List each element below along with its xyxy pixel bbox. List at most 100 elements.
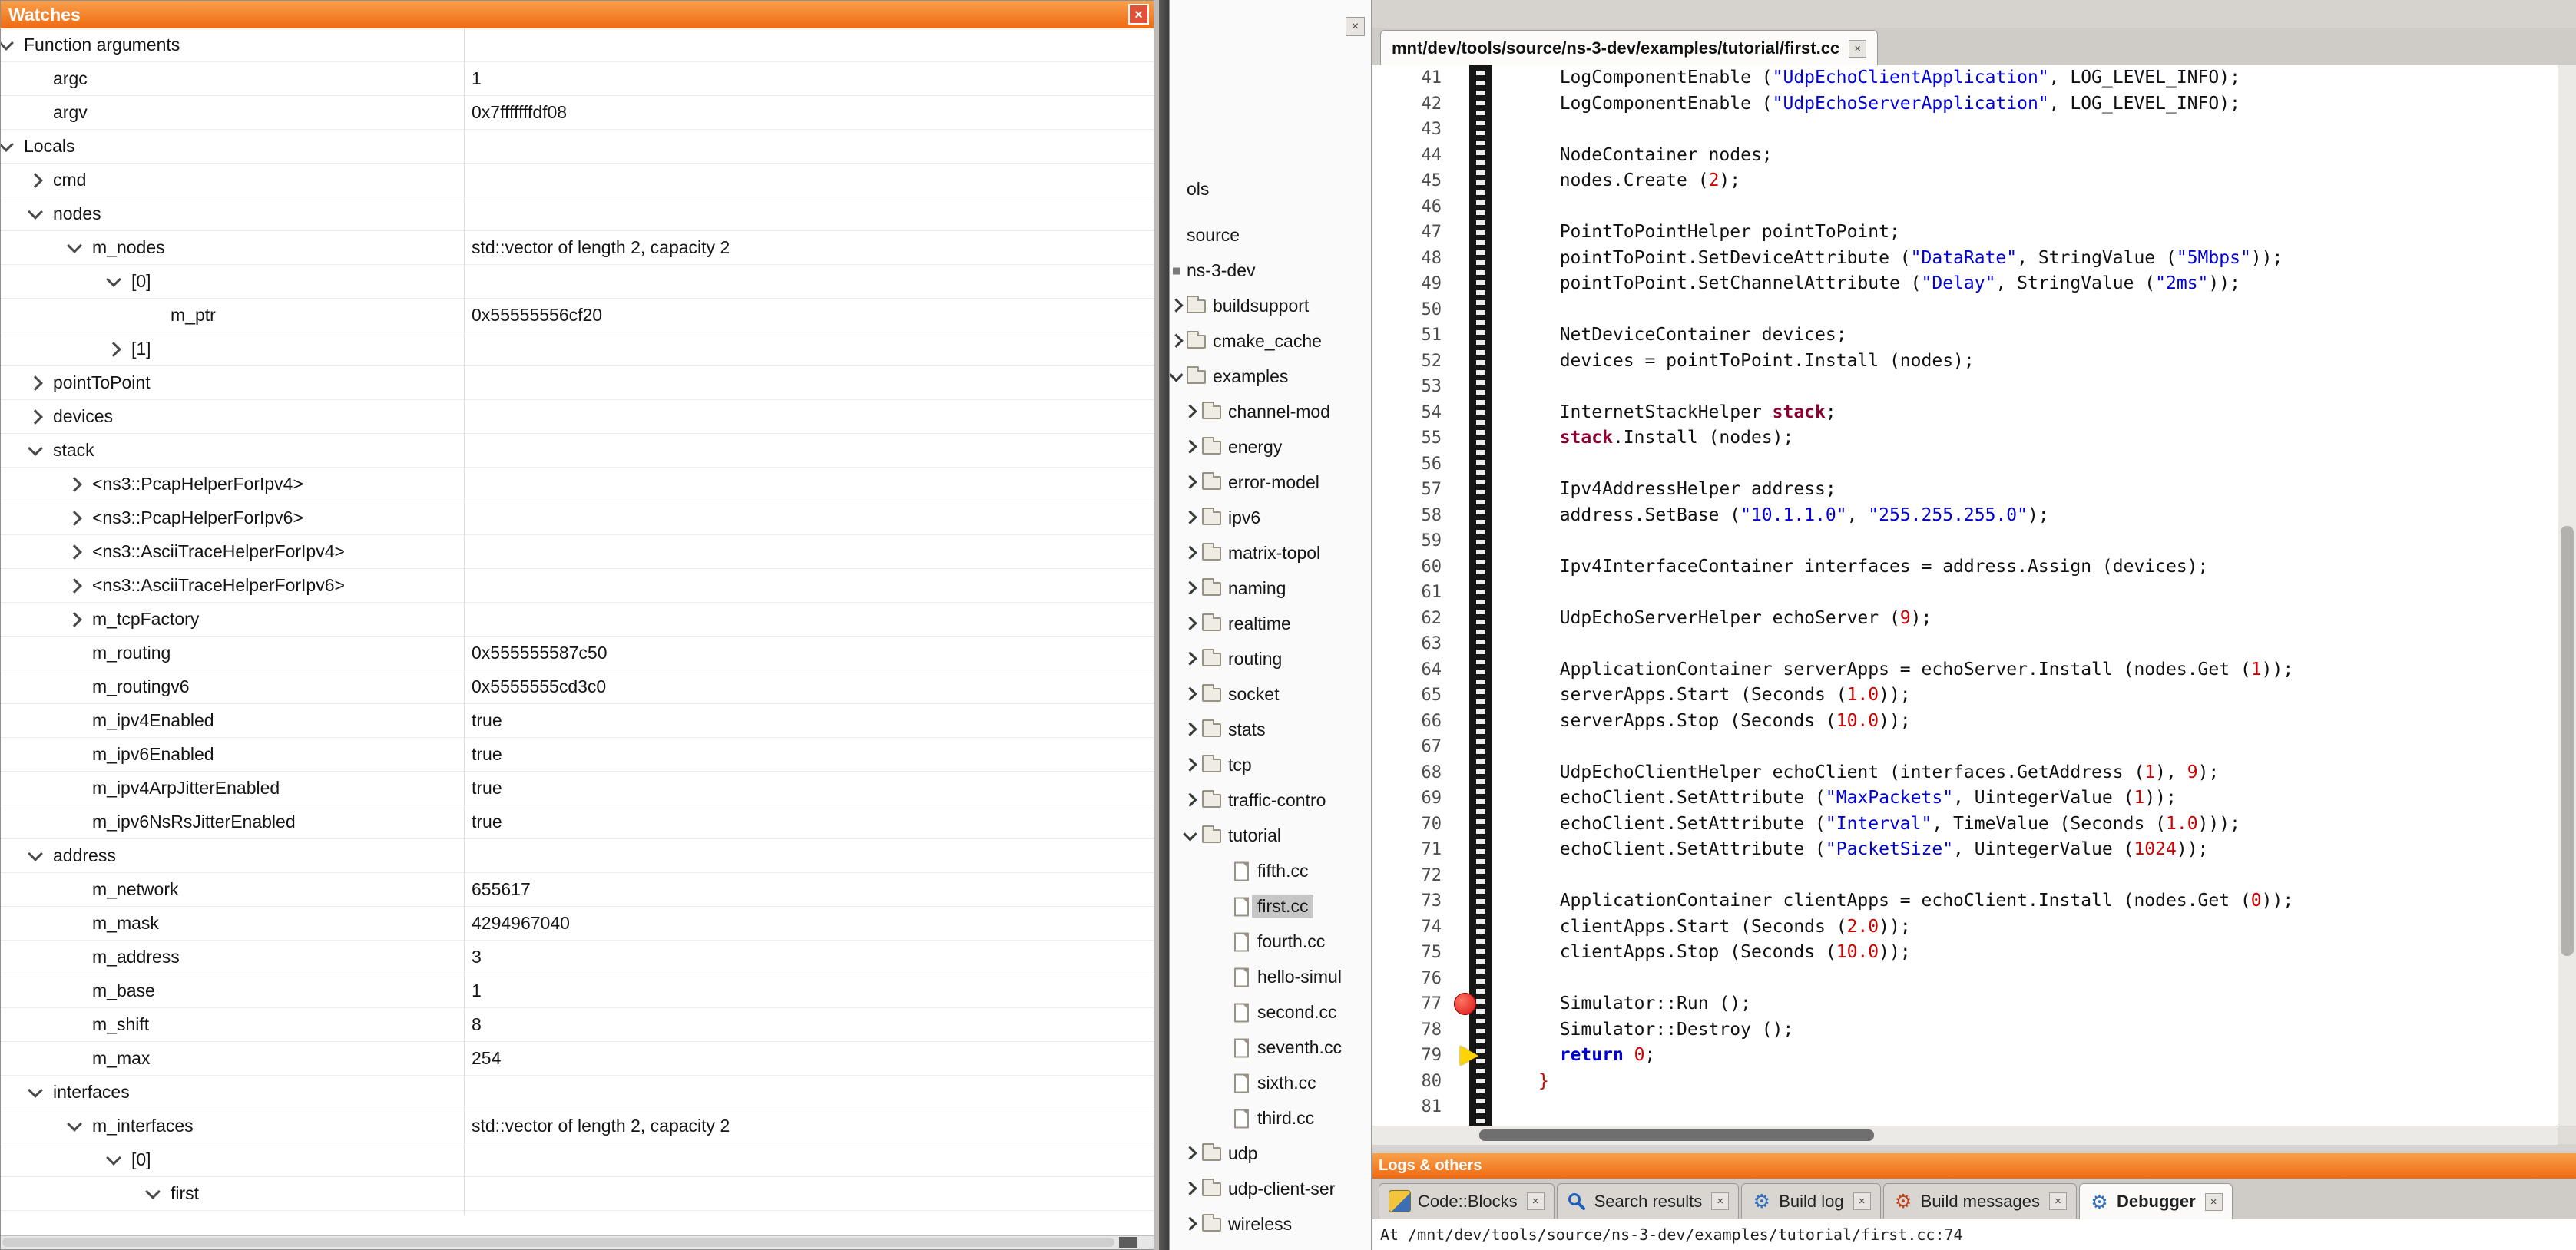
tree-item-naming[interactable]: naming (1170, 571, 1371, 607)
line-number[interactable]: 55 (1372, 425, 1449, 451)
tree-item-source[interactable]: source (1170, 218, 1371, 253)
code-line-49[interactable]: 49 pointToPoint.SetChannelAttribute ("De… (1372, 271, 2558, 297)
code-line-78[interactable]: 78 Simulator::Destroy (); (1372, 1017, 2558, 1043)
logs-tab-build-messages[interactable]: ⚙Build messages× (1883, 1183, 2077, 1219)
watch-row-pointtopoint[interactable]: pointToPoint (1, 366, 1154, 400)
expand-chevron-icon[interactable] (28, 375, 43, 391)
code-line-45[interactable]: 45 nodes.Create (2); (1372, 168, 2558, 194)
code-line-54[interactable]: 54 InternetStackHelper stack; (1372, 400, 2558, 426)
collapse-chevron-icon[interactable] (28, 846, 43, 861)
code-line-48[interactable]: 48 pointToPoint.SetDeviceAttribute ("Dat… (1372, 246, 2558, 272)
code-line-59[interactable]: 59 (1372, 528, 2558, 554)
breakpoint-margin[interactable] (1449, 374, 1538, 400)
logs-title-bar[interactable]: Logs & others (1372, 1153, 2576, 1179)
watch-row-m-ipv4arpjitterenabled[interactable]: m_ipv4ArpJitterEnabledtrue (1, 772, 1154, 805)
watch-row-m-routing[interactable]: m_routing0x555555587c50 (1, 637, 1154, 670)
watches-column-divider[interactable] (464, 28, 465, 1215)
code-line-52[interactable]: 52 devices = pointToPoint.Install (nodes… (1372, 349, 2558, 375)
collapse-chevron-icon[interactable] (1, 35, 14, 51)
collapse-chevron-icon[interactable] (106, 1150, 121, 1166)
watch-row-1[interactable]: [1] (1, 332, 1154, 366)
line-number[interactable]: 56 (1372, 451, 1449, 478)
watch-row-0[interactable]: [0] (1, 1143, 1154, 1177)
scrollbar-handle[interactable] (1119, 1237, 1137, 1248)
watches-title-bar[interactable]: Watches × (1, 1, 1154, 28)
code-line-43[interactable]: 43 (1372, 117, 2558, 143)
watch-row-cmd[interactable]: cmd (1, 164, 1154, 197)
code-line-65[interactable]: 65 serverApps.Start (Seconds (1.0)); (1372, 683, 2558, 709)
breakpoint-margin[interactable] (1449, 451, 1538, 478)
panel-splitter[interactable] (1159, 0, 1169, 1250)
code-line-55[interactable]: 55 stack.Install (nodes); (1372, 425, 2558, 451)
breakpoint-margin[interactable] (1449, 966, 1538, 992)
collapse-chevron-icon[interactable] (1170, 368, 1184, 382)
code-line-58[interactable]: 58 address.SetBase ("10.1.1.0", "255.255… (1372, 503, 2558, 529)
expand-chevron-icon[interactable] (1183, 652, 1197, 666)
line-number[interactable]: 65 (1372, 683, 1449, 709)
code-line-79[interactable]: 79 return 0; (1372, 1043, 2558, 1069)
tree-item-cmake-cache[interactable]: cmake_cache (1170, 324, 1371, 359)
line-number[interactable]: 41 (1372, 65, 1449, 91)
breakpoint-margin[interactable] (1449, 1069, 1538, 1095)
watch-row-0[interactable]: [0] (1, 265, 1154, 299)
code-line-71[interactable]: 71 echoClient.SetAttribute ("PacketSize"… (1372, 837, 2558, 863)
code-line-62[interactable]: 62 UdpEchoServerHelper echoServer (9); (1372, 606, 2558, 632)
line-number[interactable]: 80 (1372, 1069, 1449, 1095)
code-line-67[interactable]: 67 (1372, 734, 2558, 760)
collapse-chevron-icon[interactable] (1183, 827, 1197, 841)
tree-item-examples[interactable]: examples (1170, 359, 1371, 395)
tree-item-energy[interactable]: energy (1170, 430, 1371, 465)
watch-row-m-address[interactable]: m_address3 (1, 941, 1154, 974)
collapse-chevron-icon[interactable] (28, 441, 43, 456)
tree-item-sixth-cc[interactable]: sixth.cc (1170, 1066, 1371, 1101)
code-area[interactable]: 41 LogComponentEnable ("UdpEchoClientApp… (1372, 65, 2558, 1126)
line-number[interactable]: 43 (1372, 117, 1449, 143)
breakpoint-margin[interactable] (1449, 220, 1538, 246)
breakpoint-margin[interactable] (1449, 657, 1538, 683)
breakpoint-margin[interactable] (1449, 528, 1538, 554)
editor-horizontal-scrollbar[interactable] (1372, 1126, 2558, 1145)
expand-chevron-icon[interactable] (28, 409, 43, 425)
scrollbar-thumb[interactable] (2561, 526, 2574, 956)
close-icon[interactable]: × (1711, 1192, 1729, 1210)
tree-item-ipv6[interactable]: ipv6 (1170, 501, 1371, 536)
breakpoint-margin[interactable] (1449, 683, 1538, 709)
tree-item-first-cc[interactable]: first.cc (1170, 889, 1371, 924)
tree-item-hello-simul[interactable]: hello-simul (1170, 960, 1371, 995)
breakpoint-margin[interactable] (1449, 168, 1538, 194)
line-number[interactable]: 62 (1372, 606, 1449, 632)
code-line-64[interactable]: 64 ApplicationContainer serverApps = ech… (1372, 657, 2558, 683)
code-line-61[interactable]: 61 (1372, 580, 2558, 606)
expand-chevron-icon[interactable] (67, 477, 82, 492)
code-line-75[interactable]: 75 clientApps.Stop (Seconds (10.0)); (1372, 940, 2558, 966)
code-line-53[interactable]: 53 (1372, 374, 2558, 400)
watch-row-ns3-pcaphelperforipv6[interactable]: <ns3::PcapHelperForIpv6> (1, 501, 1154, 535)
expand-chevron-icon[interactable] (1183, 687, 1197, 701)
code-line-81[interactable]: 81 (1372, 1094, 2558, 1120)
code-line-73[interactable]: 73 ApplicationContainer clientApps = ech… (1372, 888, 2558, 914)
line-number[interactable]: 77 (1372, 991, 1449, 1017)
watch-row-first[interactable]: first (1, 1177, 1154, 1211)
watch-row-nodes[interactable]: nodes (1, 197, 1154, 231)
code-line-70[interactable]: 70 echoClient.SetAttribute ("Interval", … (1372, 812, 2558, 838)
line-number[interactable]: 59 (1372, 528, 1449, 554)
expand-chevron-icon[interactable] (67, 612, 82, 627)
close-icon[interactable]: × (1849, 40, 1866, 58)
expand-chevron-icon[interactable] (1183, 617, 1197, 630)
line-number[interactable]: 58 (1372, 503, 1449, 529)
line-number[interactable]: 60 (1372, 554, 1449, 580)
editor-vertical-scrollbar[interactable] (2558, 65, 2576, 1126)
expand-chevron-icon[interactable] (1170, 334, 1184, 348)
expand-chevron-icon[interactable] (1183, 1217, 1197, 1231)
expand-chevron-icon[interactable] (1183, 440, 1197, 454)
tree-item-matrix-topol[interactable]: matrix-topol (1170, 536, 1371, 571)
code-line-69[interactable]: 69 echoClient.SetAttribute ("MaxPackets"… (1372, 785, 2558, 812)
code-line-42[interactable]: 42 LogComponentEnable ("UdpEchoServerApp… (1372, 91, 2558, 117)
close-icon[interactable]: × (1527, 1192, 1545, 1210)
line-number[interactable]: 75 (1372, 940, 1449, 966)
breakpoint-margin[interactable] (1449, 837, 1538, 863)
tree-item-seventh-cc[interactable]: seventh.cc (1170, 1030, 1371, 1066)
code-line-46[interactable]: 46 (1372, 194, 2558, 220)
line-number[interactable]: 70 (1372, 812, 1449, 838)
line-number[interactable]: 76 (1372, 966, 1449, 992)
